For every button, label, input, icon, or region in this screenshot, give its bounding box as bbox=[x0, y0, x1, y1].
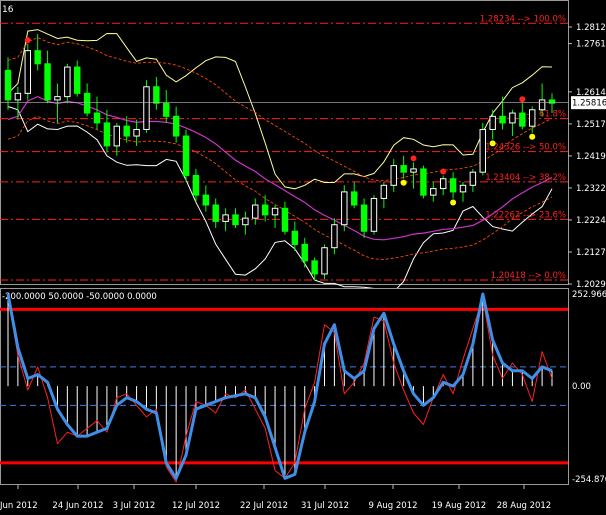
bear-candle bbox=[400, 165, 407, 173]
fib-level-label: 1.23404 --> 38.2% bbox=[485, 173, 566, 183]
bull-candle bbox=[380, 184, 388, 199]
bull-candle bbox=[321, 247, 328, 275]
bull-candle bbox=[271, 207, 279, 216]
price-tick-label: 1.27615 bbox=[576, 40, 606, 50]
bull-candle bbox=[459, 184, 467, 193]
bear-candle bbox=[350, 191, 358, 206]
bear-candle bbox=[83, 92, 91, 114]
bull-candle bbox=[54, 96, 61, 101]
bear-candle bbox=[44, 63, 51, 101]
bull-candle bbox=[341, 191, 348, 226]
buy-signal-dot bbox=[489, 140, 496, 147]
price-tick-label: 1.24195 bbox=[576, 152, 606, 162]
price-tick-label: 1.21270 bbox=[576, 248, 606, 258]
bull-candle bbox=[252, 204, 259, 219]
bull-candle bbox=[479, 128, 486, 173]
bull-candle bbox=[24, 50, 32, 94]
bear-candle bbox=[311, 260, 318, 275]
bear-candle bbox=[192, 174, 200, 196]
bear-candle bbox=[261, 204, 269, 216]
date-tick-label: 3 Jul 2012 bbox=[113, 501, 156, 511]
bear-candle bbox=[232, 214, 239, 226]
bull-candle bbox=[439, 178, 447, 190]
bull-candle bbox=[64, 66, 71, 98]
fib-level-label: 1.20418 --> 0.0% bbox=[491, 271, 566, 281]
date-tick-label: 19 Aug 2012 bbox=[432, 501, 486, 511]
bull-candle bbox=[113, 125, 121, 147]
bear-candle bbox=[172, 115, 180, 137]
bear-candle bbox=[34, 50, 41, 65]
bear-candle bbox=[153, 86, 160, 104]
date-tick-label: 31 Jul 2012 bbox=[301, 501, 349, 511]
bear-candle bbox=[281, 207, 289, 232]
price-tick-label: 1.25170 bbox=[576, 120, 606, 130]
buy-signal-dot bbox=[400, 179, 407, 186]
sell-signal-dot bbox=[440, 168, 447, 175]
bear-candle bbox=[291, 230, 299, 245]
bull-candle bbox=[143, 86, 150, 130]
bear-candle bbox=[93, 112, 101, 124]
bear-candle bbox=[499, 115, 506, 124]
bear-candle bbox=[4, 69, 12, 101]
bear-candle bbox=[420, 168, 427, 196]
indicator-axis-label: 252.966 bbox=[572, 290, 606, 300]
bull-candle bbox=[242, 217, 249, 226]
date-axis: Jun 2012 24 Jun 2012 3 Jul 2012 12 Jul 2012… bbox=[0, 485, 551, 511]
indicator-axis: 252.966 0.00 -254.876 bbox=[572, 290, 606, 485]
bull-candle bbox=[222, 214, 229, 222]
bull-candle bbox=[509, 112, 516, 124]
date-tick-label: 28 Aug 2012 bbox=[497, 501, 551, 511]
sell-signal-dot bbox=[410, 155, 417, 162]
main-price-panel[interactable]: 1.28234 --> 100.0%--> 61.8%1.24326 --> 5… bbox=[0, 0, 569, 293]
chart-window: 1.28234 --> 100.0%--> 61.8%1.24326 --> 5… bbox=[0, 0, 606, 511]
current-price-tag: 1.25816 bbox=[571, 96, 606, 110]
indicator-header: -200.0000 50.0000 -50.0000 0.0000 bbox=[2, 292, 157, 302]
bear-candle bbox=[360, 204, 368, 232]
bull-candle bbox=[528, 109, 536, 127]
cci-indicator-panel[interactable]: -200.0000 50.0000 -50.0000 0.0000 bbox=[0, 288, 569, 485]
bull-candle bbox=[14, 92, 22, 101]
date-tick-label: 12 Jul 2012 bbox=[172, 501, 220, 511]
bear-candle bbox=[212, 204, 219, 222]
bull-candle bbox=[538, 99, 546, 111]
sell-signal-dot bbox=[519, 96, 526, 103]
price-tick-label: 1.22245 bbox=[576, 216, 606, 226]
bull-candle bbox=[489, 115, 496, 130]
price-tick-label: 1.23220 bbox=[576, 184, 606, 194]
current-price-value: 1.25816 bbox=[572, 99, 606, 109]
bull-candle bbox=[469, 171, 477, 186]
sell-signal-dot bbox=[24, 37, 31, 44]
bear-candle bbox=[202, 194, 210, 206]
date-tick-label: 9 Aug 2012 bbox=[368, 501, 417, 511]
bear-candle bbox=[163, 102, 170, 117]
bear-candle bbox=[74, 66, 81, 94]
price-tick-label: 1.28120 bbox=[576, 23, 606, 33]
bull-candle bbox=[390, 165, 397, 186]
fib-level-label: 1.28234 --> 100.0% bbox=[480, 14, 566, 24]
indicator-axis-label: -254.876 bbox=[572, 475, 606, 485]
date-tick-label: Jun 2012 bbox=[0, 501, 38, 511]
price-axis: 1.281201.276151.261451.251701.241951.232… bbox=[568, 23, 606, 290]
bull-candle bbox=[430, 188, 437, 196]
bull-candle bbox=[133, 128, 140, 137]
bull-candle bbox=[410, 168, 417, 173]
buy-signal-dot bbox=[529, 133, 536, 140]
bear-candle bbox=[123, 125, 130, 137]
bull-candle bbox=[370, 197, 378, 232]
bear-candle bbox=[449, 178, 457, 193]
bull-candle bbox=[331, 224, 338, 249]
buy-signal-dot bbox=[450, 199, 457, 206]
date-tick-label: 24 Jun 2012 bbox=[52, 501, 103, 511]
price-tick-label: 1.20295 bbox=[576, 280, 606, 290]
indicator-axis-label: 0.00 bbox=[572, 382, 591, 392]
bear-candle bbox=[519, 112, 526, 127]
bear-candle bbox=[182, 135, 190, 176]
symbol-label: 16 bbox=[2, 5, 14, 15]
date-tick-label: 22 Jul 2012 bbox=[240, 501, 288, 511]
bear-candle bbox=[301, 243, 308, 262]
bear-candle bbox=[103, 122, 111, 147]
